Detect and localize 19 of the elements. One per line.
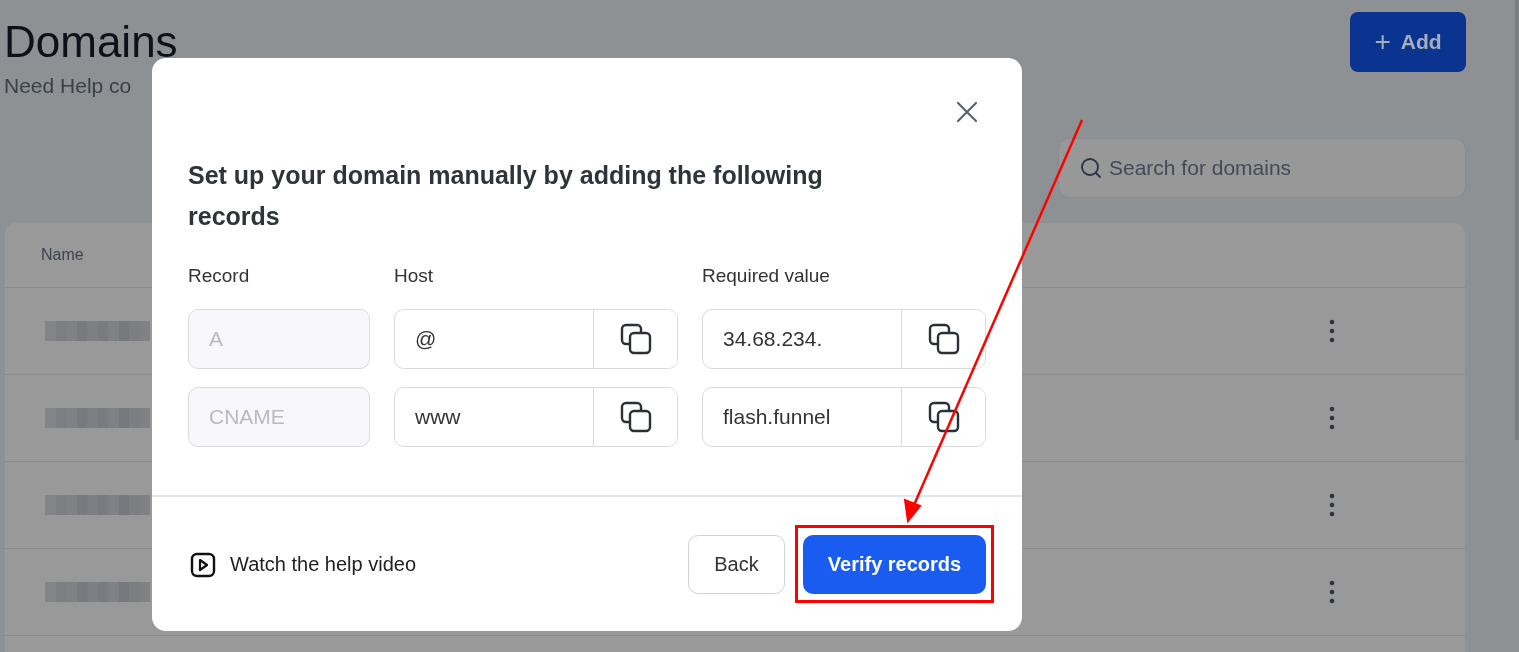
dialog-title: Set up your domain manually by adding the following records <box>188 160 824 232</box>
back-button[interactable]: Back <box>688 535 785 594</box>
add-button[interactable]: + Add <box>1350 12 1466 72</box>
more-options-icon[interactable] <box>1329 319 1335 343</box>
more-options-icon[interactable] <box>1329 493 1335 517</box>
play-icon[interactable] <box>190 551 216 578</box>
more-options-icon[interactable] <box>1329 406 1335 430</box>
close-icon[interactable] <box>956 101 978 123</box>
search-field[interactable]: Search for domains <box>1058 138 1466 198</box>
page-subtitle: Need Help co <box>4 74 133 98</box>
column-label: Required value <box>702 265 831 287</box>
column-label: Host <box>394 265 435 287</box>
page-title: Domains <box>4 16 178 68</box>
column-header: Name <box>41 246 84 264</box>
more-options-icon[interactable] <box>1329 580 1335 604</box>
search-icon <box>1080 157 1102 179</box>
verify-button[interactable]: Verify records <box>803 535 986 594</box>
help-video-link[interactable]: Watch the help video <box>230 553 417 576</box>
column-label: Record <box>188 265 251 287</box>
